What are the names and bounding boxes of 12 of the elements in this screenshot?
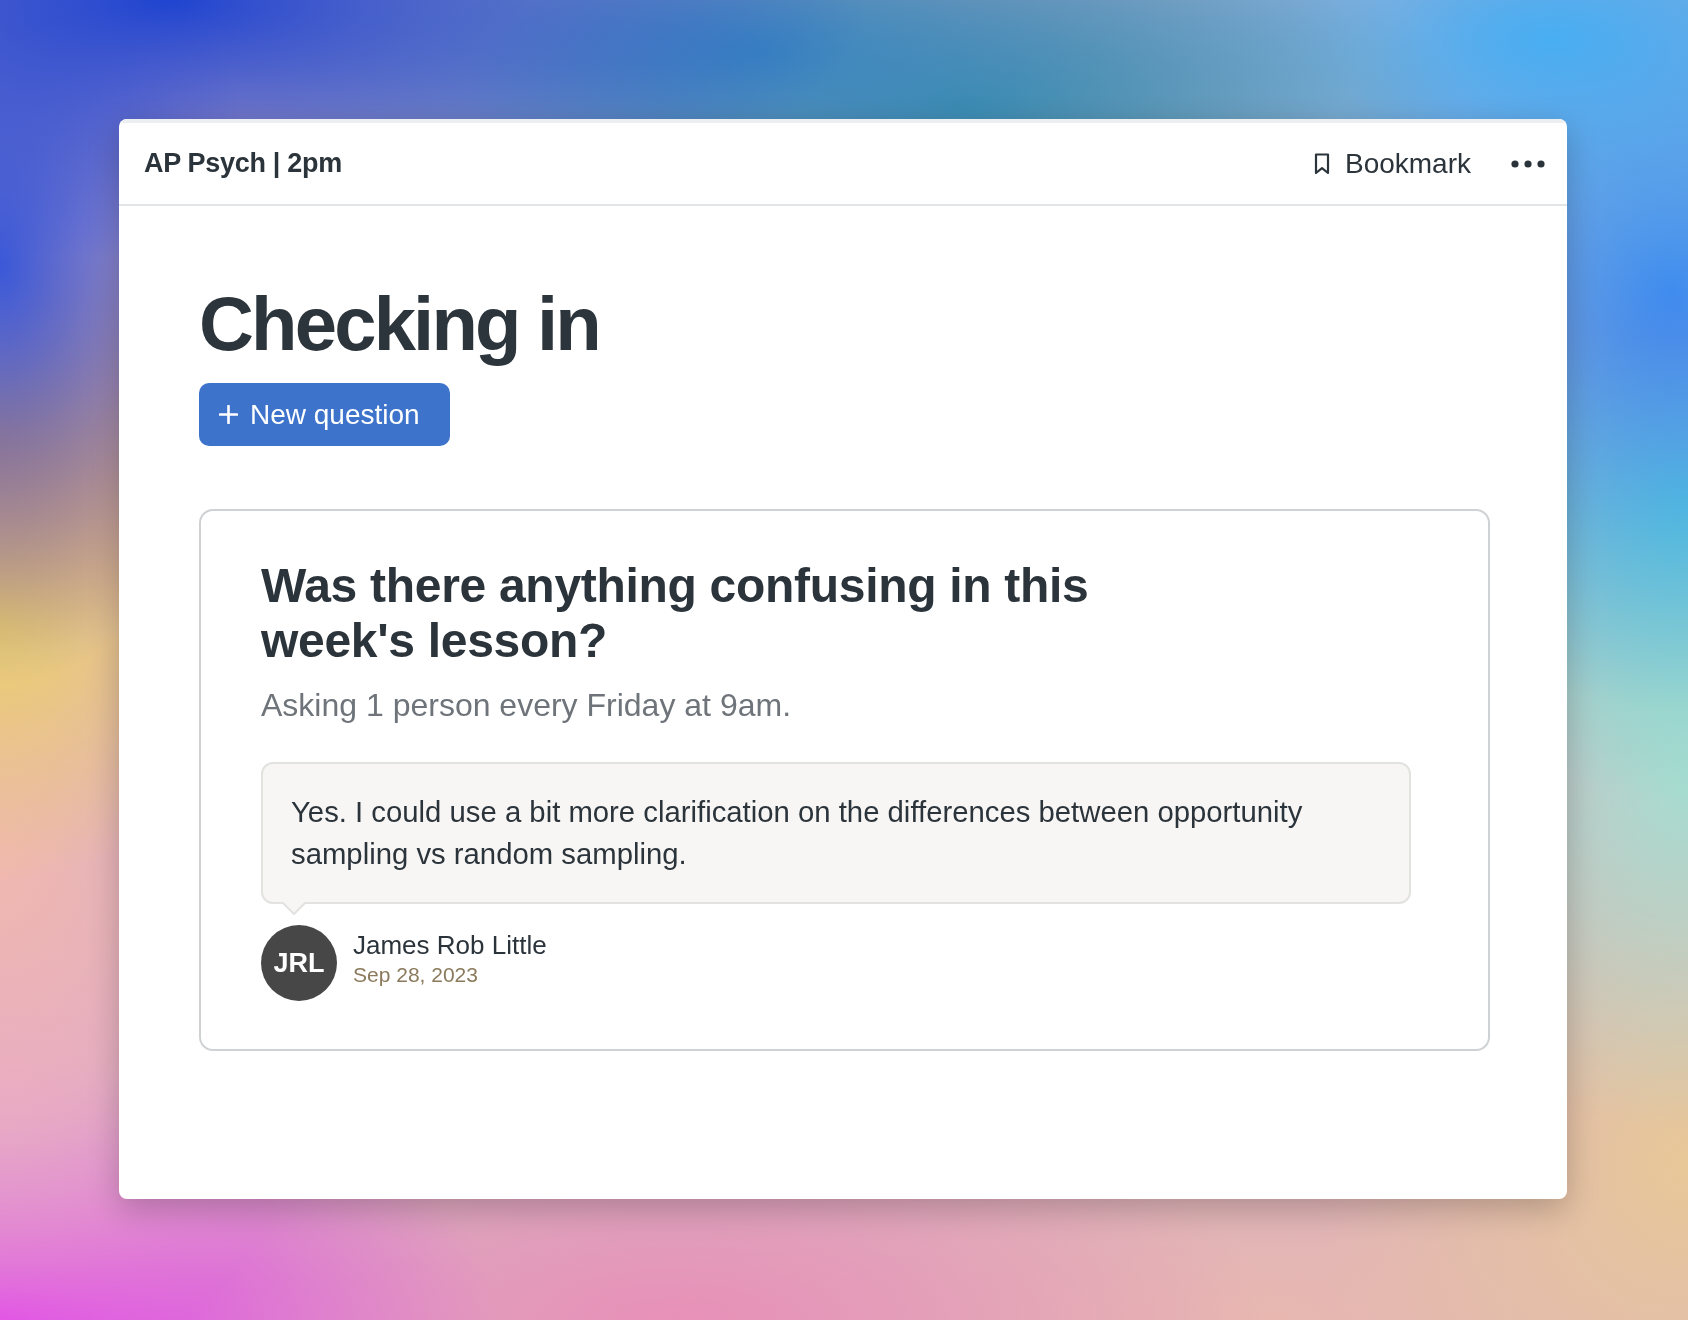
avatar: JRL [261, 925, 337, 1001]
new-question-button[interactable]: New question [199, 383, 450, 446]
question-title: Was there anything confusing in this week's lesson? [261, 558, 1090, 668]
course-title: AP Psych | 2pm [144, 148, 342, 179]
plus-icon [219, 405, 238, 424]
schedule-text: Asking 1 person every Friday at 9am. [261, 686, 792, 725]
more-icon[interactable] [1511, 159, 1545, 168]
author-name: James Rob Little [353, 929, 547, 961]
bookmark-button[interactable]: Bookmark [1313, 147, 1471, 180]
bookmark-icon [1313, 152, 1330, 175]
response-date: Sep 28, 2023 [353, 962, 479, 988]
response-text: Yes. I could use a bit more clarification on the differences between opportunity sampling vs random sampling. [291, 794, 1304, 872]
